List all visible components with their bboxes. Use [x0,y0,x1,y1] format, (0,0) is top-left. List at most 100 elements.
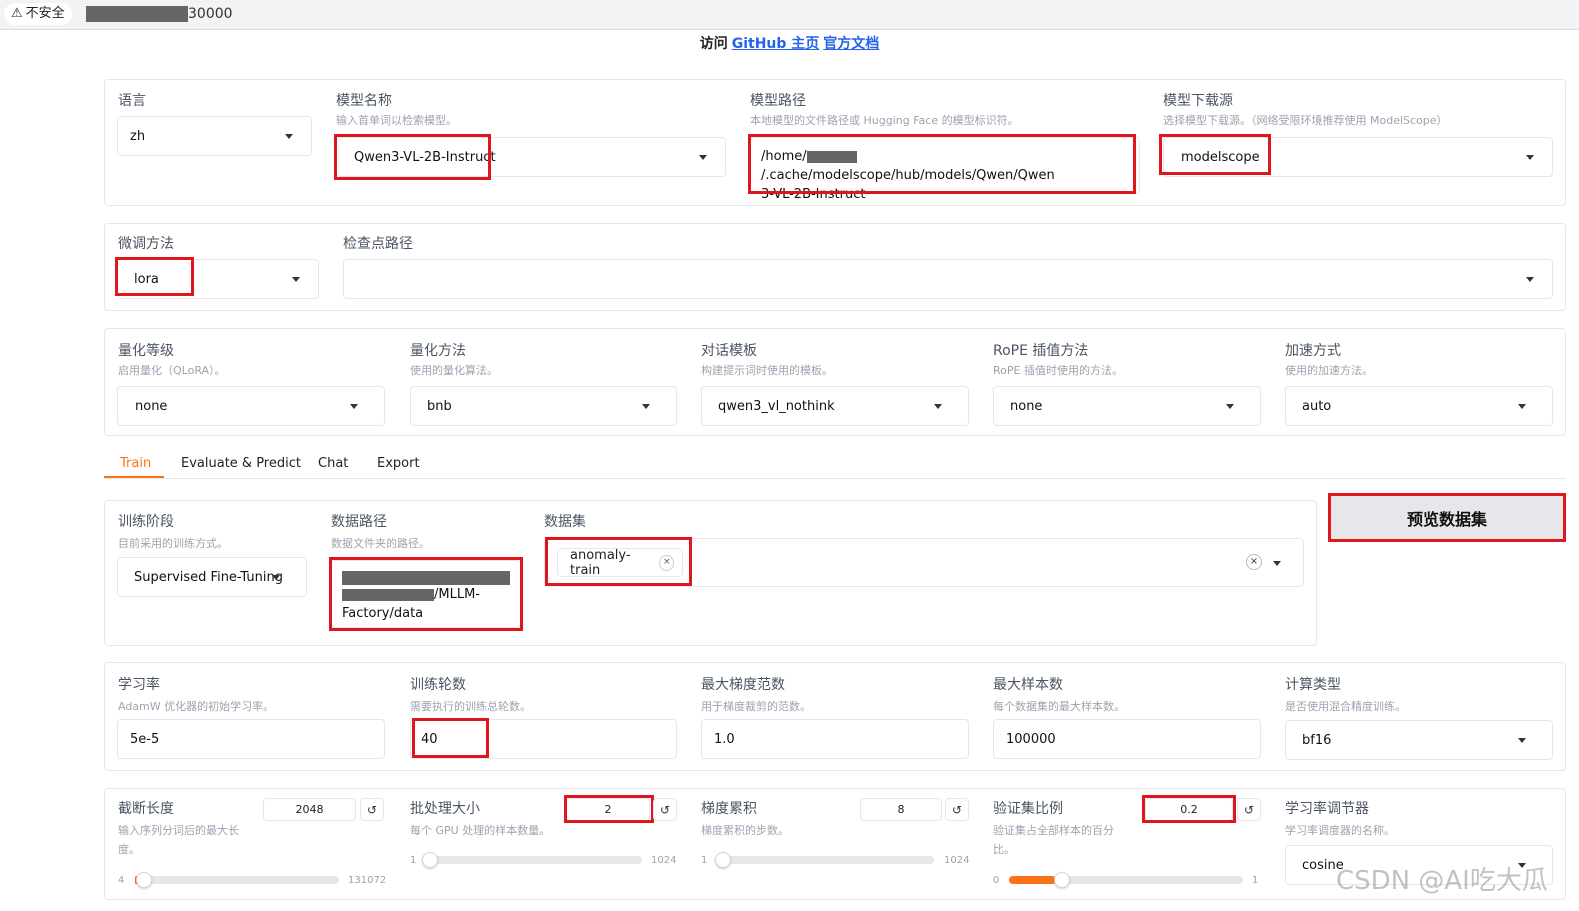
grad-accum-slider-track[interactable] [716,856,934,864]
hub-info: 选择模型下载源。（网络受限环境推荐使用 ModelScope） [1163,114,1448,127]
max-samples-label: 最大样本数 [993,677,1063,693]
tab-evaluate-predict[interactable]: Evaluate & Predict [181,456,301,471]
highlight-box [115,257,194,296]
tab-export[interactable]: Export [377,456,420,471]
lang-value: zh [130,128,146,144]
quant-method-select[interactable]: bnb [410,386,677,426]
highlight-box [1142,795,1236,823]
cutoff-len-slider-track[interactable] [135,876,339,884]
chevron-down-icon [934,404,942,409]
val-size-min: 0 [993,875,1000,886]
cutoff-len-number-input[interactable]: 2048 [263,798,356,821]
val-size-slider-thumb[interactable] [1053,872,1070,888]
highlight-box [334,134,491,180]
model-name-label: 模型名称 [336,93,392,109]
val-size-slider-fill [1009,876,1056,884]
grad-accum-label: 梯度累积 [701,801,757,817]
chevron-down-icon [272,575,280,580]
highlight-box [1159,134,1271,175]
template-value: qwen3_vl_nothink [718,398,835,414]
epochs-info: 需要执行的训练总轮数。 [410,700,531,713]
highlight-box [329,557,523,631]
highlight-box [545,537,692,586]
redacted-url-host [86,6,188,22]
compute-type-info: 是否使用混合精度训练。 [1285,700,1406,713]
rope-info: RoPE 插值时使用的方法。 [993,364,1123,377]
lr-label: 学习率 [118,677,160,693]
cutoff-len-min: 4 [118,875,125,886]
compute-type-label: 计算类型 [1285,677,1341,693]
visit-label: 访问 [699,36,728,52]
max-samples-input[interactable]: 100000 [993,719,1261,759]
header-links: 访问 GitHub 主页 官方文档 [0,33,1579,53]
dataset-dir-label: 数据路径 [331,514,387,530]
tab-train[interactable]: Train [120,456,151,471]
rope-value: none [1010,398,1043,414]
checkpoint-select[interactable] [343,259,1553,299]
lang-label: 语言 [118,93,146,109]
rope-select[interactable]: none [993,386,1261,426]
lang-select[interactable]: zh [117,116,312,156]
val-size-label: 验证集比例 [993,801,1063,817]
quant-bit-label: 量化等级 [118,343,174,359]
clear-icon[interactable]: × [1246,554,1262,570]
chevron-down-icon [699,155,707,160]
reset-icon[interactable]: ↺ [945,798,969,821]
rope-label: RoPE 插值方法 [993,343,1089,359]
compute-type-select[interactable]: bf16 [1285,720,1553,760]
booster-select[interactable]: auto [1285,386,1553,426]
url-text: 30000 [188,6,233,22]
chevron-down-icon [285,134,293,139]
quant-bit-value: none [135,398,168,414]
template-info: 构建提示词时使用的模板。 [701,364,833,377]
address-bar[interactable] [0,0,1579,30]
template-select[interactable]: qwen3_vl_nothink [701,386,969,426]
tab-divider [104,478,1566,479]
cutoff-len-info-1: 输入序列分词后的最大长 [118,824,239,837]
github-link[interactable]: GitHub 主页 [732,36,820,52]
chevron-down-icon [642,404,650,409]
highlight-box [412,718,489,758]
grad-accum-info: 梯度累积的步数。 [701,824,789,837]
lr-input[interactable]: 5e-5 [117,719,385,759]
epochs-label: 训练轮数 [410,677,466,693]
cutoff-len-max: 131072 [348,875,387,886]
lr-scheduler-label: 学习率调节器 [1285,801,1369,817]
quant-bit-select[interactable]: none [117,386,385,426]
highlight-box [748,134,1136,194]
reset-icon[interactable]: ↺ [653,798,677,821]
security-indicator[interactable]: ⚠ 不安全 [4,3,72,25]
highlight-box [1328,493,1566,542]
chevron-down-icon [1226,404,1234,409]
quant-method-info: 使用的量化算法。 [410,364,498,377]
chevron-down-icon [1526,155,1534,160]
grad-accum-min: 1 [701,855,708,866]
grad-accum-max: 1024 [944,855,970,866]
max-grad-norm-value: 1.0 [714,731,735,747]
lr-value: 5e-5 [130,731,160,747]
max-grad-norm-info: 用于梯度裁剪的范数。 [701,700,811,713]
stage-value: Supervised Fine-Tuning [134,569,283,585]
reset-icon[interactable]: ↺ [360,798,384,821]
security-label: 不安全 [25,6,65,21]
quant-method-value: bnb [427,398,452,414]
batch-size-slider-track[interactable] [424,856,642,864]
grad-accum-number-input[interactable]: 8 [860,798,942,821]
compute-type-value: bf16 [1302,732,1332,748]
chevron-down-icon [1273,560,1281,566]
finetune-label: 微调方法 [118,236,174,252]
quant-bit-info: 启用量化（QLoRA）。 [118,364,226,377]
stage-select[interactable]: Supervised Fine-Tuning [117,557,307,597]
val-size-info-1: 验证集占全部样本的百分 [993,824,1114,837]
batch-size-info: 每个 GPU 处理的样本数量。 [410,824,551,837]
template-label: 对话模板 [701,343,757,359]
tab-chat[interactable]: Chat [318,456,348,471]
reset-icon[interactable]: ↺ [1237,798,1261,821]
chevron-down-icon [350,404,358,409]
val-size-info-2: 比。 [993,843,1015,856]
max-grad-norm-input[interactable]: 1.0 [701,719,969,759]
booster-label: 加速方式 [1285,343,1341,359]
docs-link[interactable]: 官方文档 [823,36,879,52]
model-path-label: 模型路径 [750,93,806,109]
warning-icon: ⚠ [11,6,23,21]
